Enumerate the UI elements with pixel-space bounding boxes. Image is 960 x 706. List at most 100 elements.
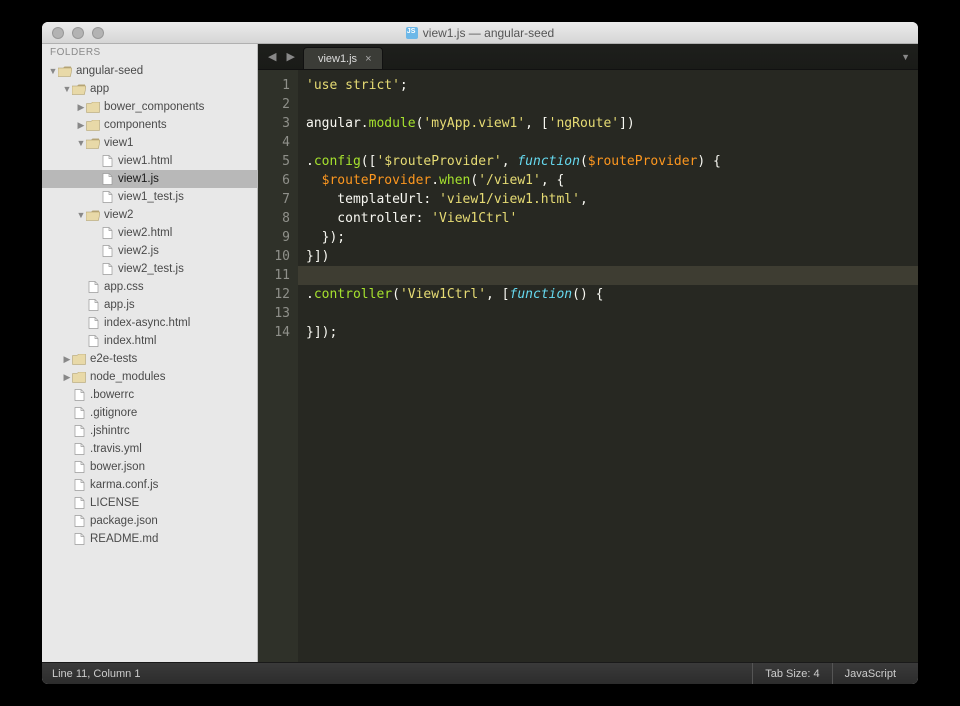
folder-bower-components[interactable]: ▶ bower_components xyxy=(42,98,257,116)
file-icon xyxy=(72,479,86,491)
file-view2-test-js[interactable]: view2_test.js xyxy=(42,260,257,278)
editor-pane: ◀ ▶ view1.js × ▼ 1234567891011121314 'us… xyxy=(258,44,918,662)
file--travis-yml[interactable]: .travis.yml xyxy=(42,440,257,458)
file-karma-conf-js[interactable]: karma.conf.js xyxy=(42,476,257,494)
tree-item-label: view2_test.js xyxy=(118,263,184,275)
disclosure-down-icon[interactable]: ▼ xyxy=(48,66,58,76)
cursor-position[interactable]: Line 11, Column 1 xyxy=(52,668,140,680)
sidebar: FOLDERS ▼angular-seed▼app▶bower_componen… xyxy=(42,44,258,662)
folder-icon xyxy=(86,101,100,113)
code-content[interactable]: 'use strict'; angular.module('myApp.view… xyxy=(298,70,918,662)
file-icon xyxy=(100,191,114,203)
tree-item-label: view1.js xyxy=(118,173,159,185)
code-area[interactable]: 1234567891011121314 'use strict'; angula… xyxy=(258,70,918,662)
tab-history-back-icon[interactable]: ◀ xyxy=(262,50,282,63)
file-readme-md[interactable]: README.md xyxy=(42,530,257,548)
file-icon xyxy=(100,155,114,167)
tree-item-label: index-async.html xyxy=(104,317,190,329)
file-icon xyxy=(100,173,114,185)
file-view2-js[interactable]: view2.js xyxy=(42,242,257,260)
folder-icon xyxy=(72,83,86,95)
folder-app[interactable]: ▼app xyxy=(42,80,257,98)
file-icon xyxy=(100,263,114,275)
disclosure-down-icon[interactable]: ▼ xyxy=(62,84,72,94)
tree-item-label: bower.json xyxy=(90,461,145,473)
folder-icon xyxy=(72,371,86,383)
file-tree[interactable]: ▼ angular-seed ▼app ▶ bower_components ▶ compo… xyxy=(42,62,257,662)
file-bower-json[interactable]: bower.json xyxy=(42,458,257,476)
tree-item-label: e2e-tests xyxy=(90,353,137,365)
tab-overflow-icon[interactable]: ▼ xyxy=(893,52,918,62)
file-view1-html[interactable]: view1.html xyxy=(42,152,257,170)
tree-item-label: view2.js xyxy=(118,245,159,257)
file-icon xyxy=(72,461,86,473)
folder-icon xyxy=(86,137,100,149)
file-app-css[interactable]: app.css xyxy=(42,278,257,296)
language-selector[interactable]: JavaScript xyxy=(832,663,908,684)
window-title-text: view1.js — angular-seed xyxy=(423,26,554,40)
file--jshintrc[interactable]: .jshintrc xyxy=(42,422,257,440)
folder-angular-seed[interactable]: ▼ angular-seed xyxy=(42,62,257,80)
editor-window: view1.js — angular-seed FOLDERS ▼angular… xyxy=(42,22,918,684)
disclosure-down-icon[interactable]: ▼ xyxy=(76,210,86,220)
js-file-icon xyxy=(406,27,418,39)
tree-item-label: view1.html xyxy=(118,155,172,167)
file-icon xyxy=(72,425,86,437)
file-view1-test-js[interactable]: view1_test.js xyxy=(42,188,257,206)
tree-item-label: app.css xyxy=(104,281,144,293)
tree-item-label: app.js xyxy=(104,299,135,311)
file-icon xyxy=(100,227,114,239)
tab-size-selector[interactable]: Tab Size: 4 xyxy=(752,663,831,684)
folder-components[interactable]: ▶ components xyxy=(42,116,257,134)
tab-bar[interactable]: ◀ ▶ view1.js × ▼ xyxy=(258,44,918,70)
tab-label: view1.js xyxy=(318,53,357,65)
file-license[interactable]: LICENSE xyxy=(42,494,257,512)
file--gitignore[interactable]: .gitignore xyxy=(42,404,257,422)
folder-view1[interactable]: ▼ view1 xyxy=(42,134,257,152)
file-view2-html[interactable]: view2.html xyxy=(42,224,257,242)
tab-history-forward-icon[interactable]: ▶ xyxy=(280,50,300,63)
disclosure-down-icon[interactable]: ▼ xyxy=(76,138,86,148)
tree-item-label: LICENSE xyxy=(90,497,139,509)
file-icon xyxy=(72,407,86,419)
file-view1-js[interactable]: view1.js xyxy=(42,170,257,188)
tree-item-label: components xyxy=(104,119,167,131)
folder-e2e-tests[interactable]: ▶ e2e-tests xyxy=(42,350,257,368)
tree-item-label: view1_test.js xyxy=(118,191,184,203)
tree-item-label: bower_components xyxy=(104,101,204,113)
tree-item-label: index.html xyxy=(104,335,156,347)
folder-icon xyxy=(86,209,100,221)
file-icon xyxy=(86,335,100,347)
folder-icon xyxy=(86,119,100,131)
tree-item-label: README.md xyxy=(90,533,158,545)
file-icon xyxy=(86,317,100,329)
tree-item-label: node_modules xyxy=(90,371,165,383)
tree-item-label: view2 xyxy=(104,209,133,221)
file-icon xyxy=(72,389,86,401)
close-tab-icon[interactable]: × xyxy=(365,53,371,65)
folder-view2[interactable]: ▼ view2 xyxy=(42,206,257,224)
file-icon xyxy=(86,299,100,311)
folder-node-modules[interactable]: ▶ node_modules xyxy=(42,368,257,386)
file-app-js[interactable]: app.js xyxy=(42,296,257,314)
folder-icon xyxy=(58,65,72,77)
disclosure-right-icon[interactable]: ▶ xyxy=(62,354,72,365)
titlebar[interactable]: view1.js — angular-seed xyxy=(42,22,918,44)
tab-view1-js[interactable]: view1.js × xyxy=(303,47,383,69)
file-icon xyxy=(72,497,86,509)
file-package-json[interactable]: package.json xyxy=(42,512,257,530)
disclosure-right-icon[interactable]: ▶ xyxy=(76,102,86,113)
disclosure-right-icon[interactable]: ▶ xyxy=(62,372,72,383)
tree-item-label: .bowerrc xyxy=(90,389,134,401)
disclosure-right-icon[interactable]: ▶ xyxy=(76,120,86,131)
file-index-async-html[interactable]: index-async.html xyxy=(42,314,257,332)
tree-item-label: view1 xyxy=(104,137,133,149)
file-icon xyxy=(72,443,86,455)
folder-icon xyxy=(72,353,86,365)
tree-item-label: .travis.yml xyxy=(90,443,142,455)
file-icon xyxy=(72,533,86,545)
tree-item-label: angular-seed xyxy=(76,65,143,77)
file-icon xyxy=(72,515,86,527)
file--bowerrc[interactable]: .bowerrc xyxy=(42,386,257,404)
file-index-html[interactable]: index.html xyxy=(42,332,257,350)
